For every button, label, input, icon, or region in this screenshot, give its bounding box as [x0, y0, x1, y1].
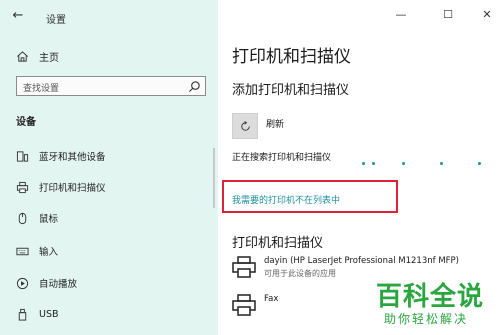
sidebar-item-label: USB	[39, 308, 59, 320]
usb-icon	[16, 308, 29, 321]
sidebar-item-printers[interactable]: 打印机和扫描仪	[16, 179, 106, 195]
sidebar-item-label: 输入	[39, 247, 59, 258]
search-input[interactable]: 查找设置	[16, 76, 206, 96]
sidebar-item-label: 蓝牙和其他设备	[39, 152, 106, 163]
printer-not-listed-link[interactable]: 我需要的打印机不在列表中	[232, 193, 340, 206]
printer-icon	[16, 181, 29, 194]
sidebar-item-label: 自动播放	[39, 279, 78, 290]
refresh-button[interactable]	[232, 113, 258, 139]
searching-progress-dots	[362, 162, 482, 166]
refresh-label[interactable]: 刷新	[266, 117, 284, 130]
watermark-brand: 百科全说	[376, 282, 485, 312]
settings-sidebar: ← 设置 主页 查找设置 设备 蓝牙和其他设备 打印机和扫描仪 鼠标 输入 自动…	[0, 0, 218, 335]
progress-dot	[402, 162, 405, 165]
sidebar-item-autoplay[interactable]: 自动播放	[16, 275, 77, 291]
sidebar-scrollbar[interactable]	[213, 148, 215, 208]
page-title: 打印机和扫描仪	[232, 47, 351, 67]
printers-list-heading: 打印机和扫描仪	[232, 236, 324, 251]
home-label: 主页	[39, 52, 59, 64]
sidebar-item-home[interactable]: 主页	[16, 48, 59, 64]
sidebar-item-label: 鼠标	[39, 214, 59, 225]
printer-icon	[232, 294, 256, 316]
title-bar-right: — ☐ ✕	[218, 0, 500, 32]
search-placeholder: 查找设置	[23, 84, 60, 94]
sidebar-item-usb[interactable]: USB	[16, 306, 59, 322]
title-bar-left: ← 设置	[0, 0, 218, 32]
maximize-button[interactable]: ☐	[441, 8, 455, 22]
minimize-button[interactable]: —	[394, 8, 408, 22]
section-heading-devices: 设备	[16, 117, 36, 128]
watermark-logo: 百科全说 助你轻松解决	[366, 276, 496, 332]
sidebar-item-input[interactable]: 输入	[16, 243, 58, 259]
watermark-tagline: 助你轻松解决	[384, 312, 469, 326]
home-icon	[17, 50, 28, 62]
back-arrow-icon[interactable]: ←	[10, 8, 26, 24]
progress-dot	[362, 162, 365, 165]
printer-name: Fax	[264, 294, 279, 304]
bluetooth-devices-icon	[16, 150, 29, 163]
window-title: 设置	[46, 15, 66, 26]
sidebar-item-bluetooth[interactable]: 蓝牙和其他设备	[16, 148, 106, 164]
close-button[interactable]: ✕	[480, 8, 494, 22]
keyboard-icon	[16, 245, 29, 258]
progress-dot	[478, 162, 481, 165]
sidebar-item-label: 打印机和扫描仪	[39, 183, 106, 194]
searching-status: 正在搜索打印机和扫描仪	[232, 153, 332, 163]
printer-status: 可用于此设备的应用	[264, 269, 336, 278]
progress-dot	[372, 162, 375, 165]
mouse-icon	[16, 212, 29, 225]
search-icon	[188, 81, 200, 93]
progress-dot	[440, 162, 443, 165]
autoplay-icon	[16, 277, 29, 290]
add-printers-heading: 添加打印机和扫描仪	[232, 83, 350, 98]
refresh-icon	[240, 120, 250, 131]
printer-name: dayin (HP LaserJet Professional M1213nf …	[264, 256, 459, 266]
sidebar-item-mouse[interactable]: 鼠标	[16, 210, 58, 226]
printer-icon	[232, 256, 256, 278]
